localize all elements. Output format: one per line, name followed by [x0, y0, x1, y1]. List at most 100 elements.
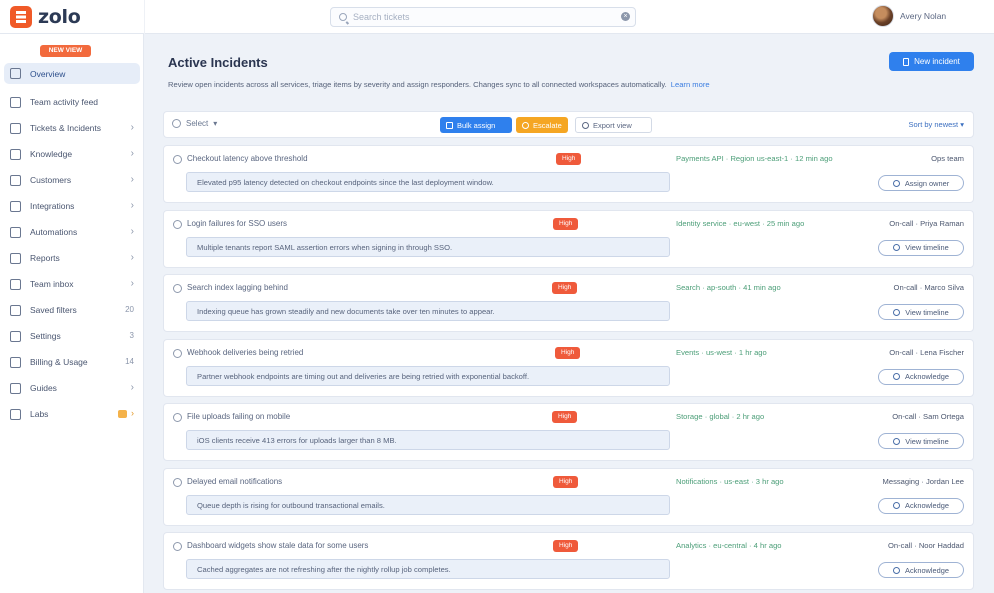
sidebar-item[interactable]: Guides › [0, 375, 144, 401]
row-checkbox[interactable] [173, 219, 182, 229]
sort-dropdown[interactable]: Sort by newest ▾ [909, 120, 964, 129]
incident-title[interactable]: Webhook deliveries being retried [187, 348, 303, 357]
select-all-checkbox[interactable] [172, 119, 181, 128]
brand-name: zolo [38, 6, 81, 28]
sidebar-item-label: Overview [30, 68, 66, 79]
incident-title[interactable]: Checkout latency above threshold [187, 154, 308, 163]
top-bar: zolo × Avery Nolan [0, 0, 994, 34]
incident-meta: Notifications · us-east · 3 hr ago [676, 476, 784, 486]
row-action-label: View timeline [905, 307, 949, 317]
select-all-dropdown[interactable]: Select ▾ [172, 119, 217, 128]
incident-row[interactable]: Webhook deliveries being retried High Even… [163, 338, 974, 397]
learn-more-link[interactable]: Learn more [671, 80, 710, 89]
sidebar-item-label: Guides [30, 383, 57, 393]
customer-icon [10, 174, 21, 186]
plug-icon [10, 200, 21, 212]
sidebar-item-count: 20 [125, 305, 134, 314]
sidebar-item[interactable]: Billing & Usage 14 [0, 349, 144, 375]
incident-title[interactable]: Delayed email notifications [187, 477, 282, 486]
search-box[interactable]: × [330, 7, 636, 27]
action-icon [893, 566, 901, 574]
sidebar-item[interactable]: Tickets & Incidents › [0, 115, 144, 141]
row-action-button[interactable]: Acknowledge [878, 497, 964, 514]
search-input[interactable] [353, 11, 613, 23]
action-icon [893, 502, 901, 509]
sidebar-badge[interactable]: NEW VIEW [40, 45, 91, 57]
row-checkbox[interactable] [173, 348, 182, 358]
row-action-button[interactable]: Assign owner [878, 175, 964, 191]
labs-icon [10, 408, 21, 420]
incident-row[interactable]: Dashboard widgets show stale data for so… [163, 532, 974, 590]
action-icon [893, 308, 901, 316]
row-checkbox[interactable] [173, 542, 182, 551]
filter-toolbar: Select ▾ Bulk assign Escalate Export vie… [163, 111, 974, 138]
action-icon [893, 244, 901, 251]
row-checkbox[interactable] [173, 155, 182, 164]
incident-owner: On-call · Marco Silva [893, 283, 964, 292]
incident-row[interactable]: Search index lagging behind High Search · … [163, 274, 974, 332]
chevron-right-icon: › [130, 148, 134, 159]
book-icon [10, 148, 21, 160]
sidebar-item[interactable]: Settings 3 [0, 323, 144, 349]
incident-row[interactable]: Login failures for SSO users High Identity… [163, 209, 974, 268]
sidebar-item[interactable]: Team inbox › [0, 271, 144, 297]
row-action-button[interactable]: View timeline [878, 433, 964, 449]
sidebar-item-label: Knowledge [30, 149, 73, 159]
list-logo-icon [10, 6, 32, 28]
sidebar-item[interactable]: Customers › [0, 167, 144, 193]
escalate-button[interactable]: Escalate [516, 117, 568, 133]
incident-title[interactable]: Search index lagging behind [187, 283, 288, 292]
incident-row[interactable]: Delayed email notifications High Notificat… [163, 467, 974, 526]
new-flag-icon [118, 410, 127, 418]
close-icon[interactable]: × [621, 12, 630, 21]
activity-icon [10, 96, 21, 108]
new-incident-button[interactable]: New incident [889, 52, 974, 71]
incident-meta: Identity service · eu-west · 25 min ago [676, 218, 805, 228]
automation-icon [10, 226, 21, 238]
filter-icon [10, 304, 21, 316]
row-action-label: Acknowledge [905, 372, 949, 381]
sidebar-item[interactable]: Integrations › [0, 193, 144, 219]
avatar[interactable] [872, 5, 894, 27]
row-checkbox[interactable] [173, 477, 182, 487]
sidebar-item[interactable]: Team activity feed [0, 89, 144, 115]
sidebar-item[interactable]: Labs › [0, 401, 144, 427]
action-icon [893, 437, 901, 445]
chevron-right-icon: › [130, 382, 134, 393]
search-icon [339, 13, 347, 21]
row-checkbox[interactable] [173, 413, 182, 422]
incident-title[interactable]: Login failures for SSO users [187, 219, 287, 228]
severity-badge: High [556, 153, 582, 165]
row-action-button[interactable]: View timeline [878, 239, 964, 256]
ticket-icon [10, 122, 21, 134]
incident-title[interactable]: Dashboard widgets show stale data for so… [187, 541, 368, 550]
sidebar-item-label: Integrations [30, 201, 75, 211]
card-icon [10, 356, 21, 368]
incident-owner: On-call · Sam Ortega [892, 412, 964, 421]
sidebar-item[interactable]: Knowledge › [0, 141, 144, 167]
bulk-assign-button[interactable]: Bulk assign [440, 117, 512, 133]
sidebar-item[interactable]: Overview [4, 63, 140, 84]
chevron-right-icon: › [130, 122, 134, 133]
row-action-button[interactable]: Acknowledge [878, 562, 964, 578]
sidebar-item-label: Automations [30, 227, 78, 237]
incident-row[interactable]: File uploads failing on mobile High Storag… [163, 403, 974, 461]
chevron-down-icon: ▾ [213, 119, 218, 128]
select-label: Select [186, 119, 209, 128]
export-button[interactable]: Export view [575, 117, 652, 133]
incident-title[interactable]: File uploads failing on mobile [187, 412, 290, 421]
sidebar-item-label: Billing & Usage [30, 357, 88, 367]
incident-note: Multiple tenants report SAML assertion e… [186, 236, 670, 257]
row-action-label: Acknowledge [905, 565, 949, 575]
user-menu[interactable]: Avery Nolan [872, 5, 946, 27]
row-action-button[interactable]: View timeline [878, 304, 964, 320]
severity-badge: High [553, 540, 579, 552]
row-action-button[interactable]: Acknowledge [878, 368, 964, 385]
incident-row[interactable]: Checkout latency above threshold High Paym… [163, 145, 974, 203]
sidebar-item[interactable]: Automations › [0, 219, 144, 245]
brand-logo[interactable]: zolo [10, 6, 81, 28]
row-checkbox[interactable] [173, 284, 182, 293]
sidebar-item[interactable]: Saved filters 20 [0, 297, 144, 323]
sidebar-item-label: Team inbox [30, 279, 74, 289]
sidebar-item[interactable]: Reports › [0, 245, 144, 271]
